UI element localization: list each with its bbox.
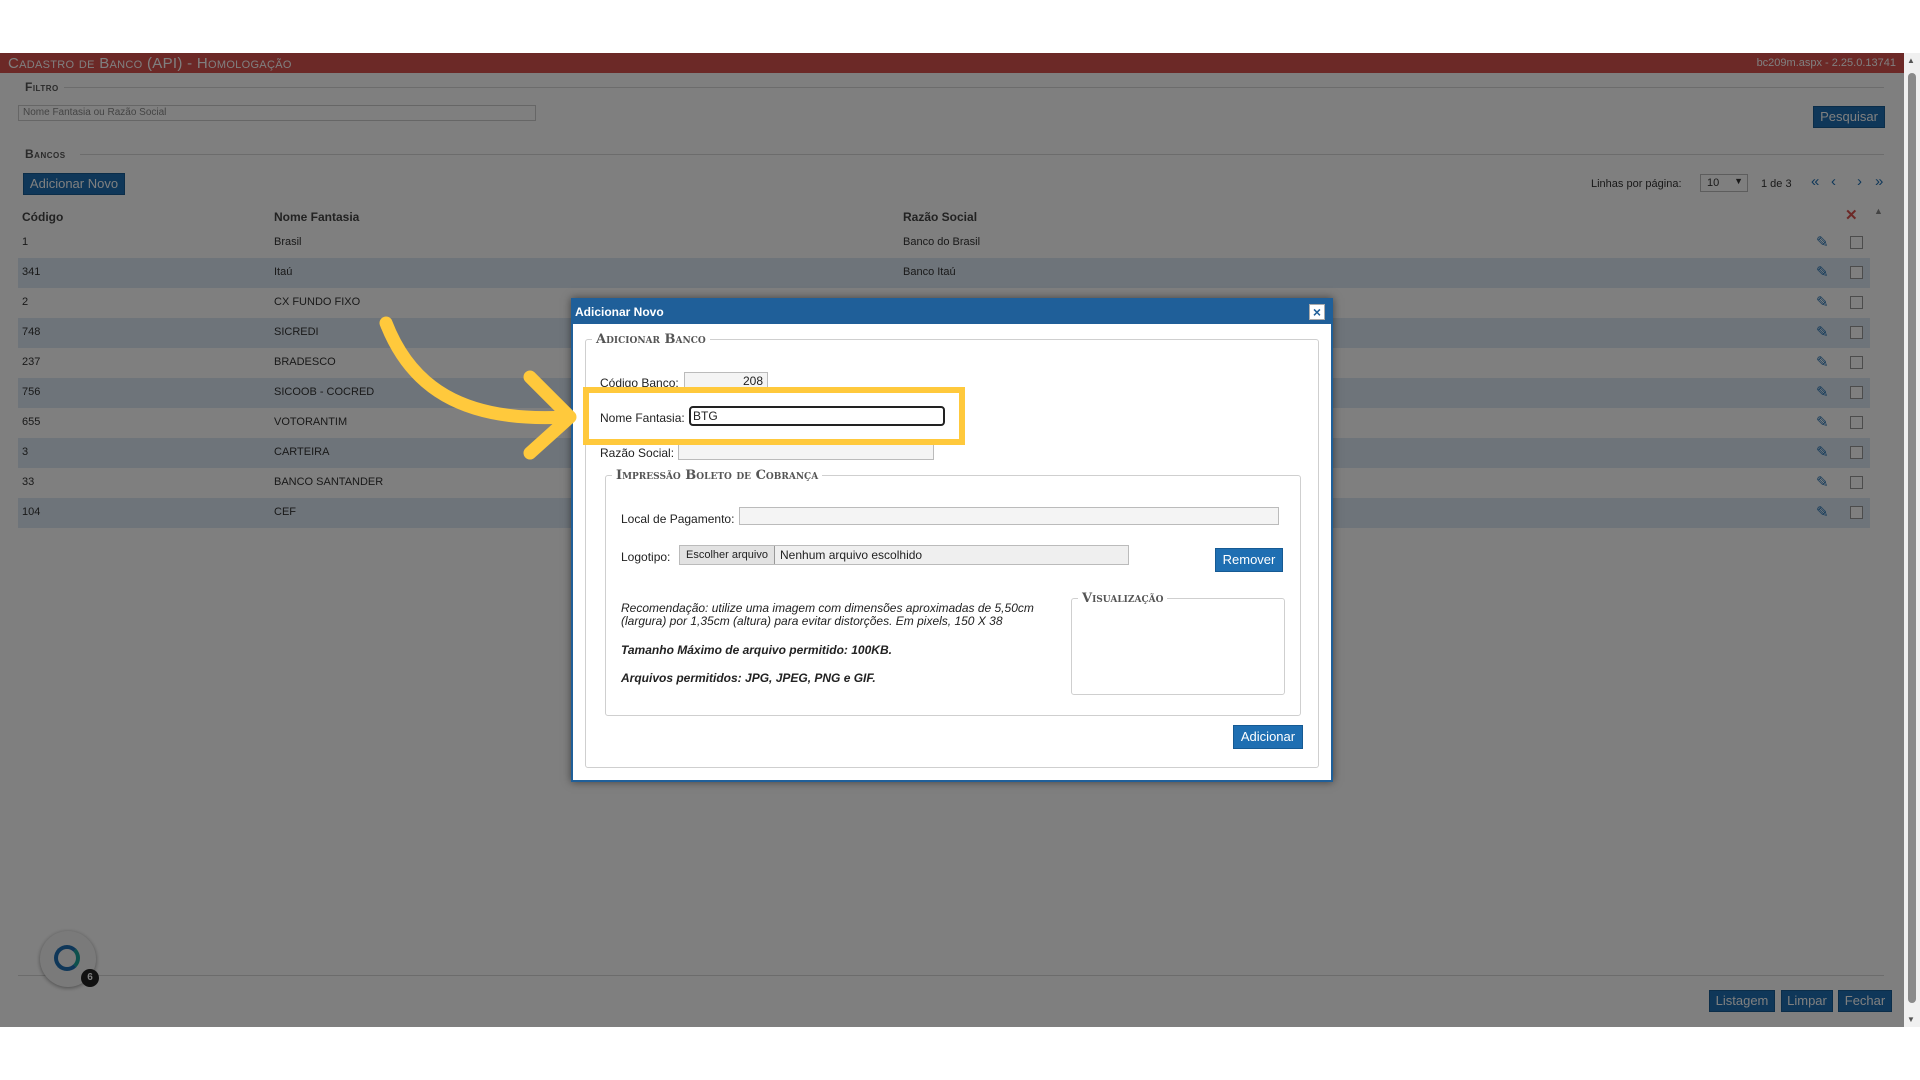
remove-logo-button[interactable]: Remover — [1215, 548, 1283, 572]
file-status-text: Nenhum arquivo escolhido — [780, 548, 923, 562]
local-pagamento-field[interactable] — [739, 507, 1279, 525]
max-size-note: Tamanho Máximo de arquivo permitido: 100… — [621, 643, 892, 657]
logotipo-label: Logotipo: — [621, 550, 671, 564]
boleto-legend: Impressão Boleto de Cobrança — [616, 468, 819, 483]
dialog-title: Adicionar Novo — [575, 305, 664, 319]
logo-file-input[interactable]: Escolher arquivo Nenhum arquivo escolhid… — [679, 545, 1129, 565]
nome-fantasia-field[interactable]: BTG — [689, 406, 945, 426]
page-scrollbar[interactable]: ▲ ▼ — [1904, 53, 1920, 1027]
razao-label: Razão Social: — [600, 446, 675, 460]
preview-legend: Visualização — [1082, 591, 1164, 606]
add-bank-button[interactable]: Adicionar — [1233, 725, 1303, 749]
recommendation-line-2: (largura) por 1,35cm (altura) para evita… — [621, 614, 1003, 628]
pointer-arrow-icon — [379, 316, 577, 460]
local-pagamento-label: Local de Pagamento: — [621, 512, 735, 526]
add-bank-dialog: Adicionar Novo × Adicionar Banco Código … — [571, 298, 1333, 782]
dialog-header: Adicionar Novo × — [573, 300, 1331, 324]
choose-file-button[interactable]: Escolher arquivo — [680, 546, 775, 564]
scrollbar-thumb[interactable] — [1908, 73, 1916, 1003]
allowed-formats-note: Arquivos permitidos: JPG, JPEG, PNG e GI… — [621, 671, 876, 685]
focus-highlight: Nome Fantasia: BTG — [583, 387, 965, 445]
close-icon[interactable]: × — [1309, 304, 1325, 320]
nome-fantasia-label: Nome Fantasia: — [600, 411, 685, 425]
scroll-up-icon[interactable]: ▲ — [1907, 56, 1915, 65]
scroll-down-icon[interactable]: ▼ — [1907, 1015, 1915, 1024]
add-bank-legend: Adicionar Banco — [596, 332, 706, 347]
preview-fieldset: Visualização — [1071, 591, 1285, 695]
